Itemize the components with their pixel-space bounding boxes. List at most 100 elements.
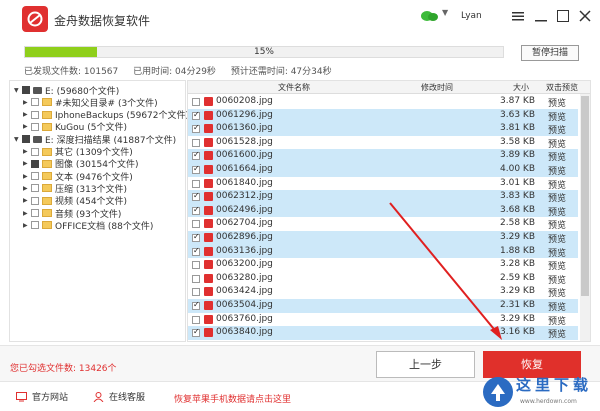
expand-icon[interactable]: ▶ [23, 222, 31, 229]
row-checkbox[interactable] [192, 164, 200, 174]
preview-link[interactable]: 预览 [548, 110, 566, 123]
table-row[interactable]: 0061528.jpg 3.58 KB 预览 [188, 136, 578, 150]
row-checkbox[interactable] [192, 288, 200, 297]
tree-checkbox[interactable] [22, 135, 30, 144]
tree-checkbox[interactable] [31, 159, 39, 168]
expand-icon[interactable]: ▶ [23, 148, 31, 155]
row-checkbox[interactable] [192, 300, 200, 310]
tree-item[interactable]: ▶ 视频 (454个文件) [23, 195, 127, 207]
tree-checkbox[interactable] [22, 86, 30, 94]
username[interactable]: Lyan [461, 11, 482, 21]
table-row[interactable]: 0061840.jpg 3.01 KB 预览 [188, 177, 578, 191]
expand-icon[interactable]: ▶ [23, 173, 31, 180]
expand-icon[interactable]: ▶ [23, 99, 31, 106]
table-row[interactable]: 0063136.jpg 1.88 KB 预览 [188, 244, 578, 259]
table-row[interactable]: 0063200.jpg 3.28 KB 预览 [188, 258, 578, 272]
row-checkbox[interactable] [192, 205, 200, 215]
preview-link[interactable]: 预览 [548, 286, 566, 299]
tree-item[interactable]: ▶ 音频 (93个文件) [23, 207, 121, 220]
preview-link[interactable]: 预览 [548, 123, 566, 136]
row-checkbox[interactable] [192, 98, 200, 106]
tree-checkbox[interactable] [31, 172, 39, 181]
table-row[interactable]: 0063760.jpg 3.29 KB 预览 [188, 313, 578, 327]
table-row[interactable]: 0062312.jpg 3.83 KB 预览 [188, 190, 578, 204]
preview-link[interactable]: 预览 [548, 191, 566, 204]
tree-item[interactable]: ▶ #未知父目录# (3个文件) [23, 96, 158, 109]
tree-item[interactable]: ▶ 其它 (1309个文件) [23, 146, 133, 158]
preview-link[interactable]: 预览 [548, 273, 566, 286]
tree-item[interactable]: ▶ 图像 (30154个文件) [23, 158, 139, 170]
scrollbar[interactable] [580, 94, 590, 341]
preview-link[interactable]: 预览 [548, 205, 566, 218]
iphone-recovery-link[interactable]: 恢复苹果手机数据请点击这里 [174, 392, 291, 405]
row-checkbox[interactable] [192, 246, 200, 256]
row-checkbox[interactable] [192, 327, 200, 338]
col-name-header[interactable]: 文件名称 [278, 82, 310, 93]
service-link[interactable]: 在线客服 [93, 390, 145, 403]
tree-checkbox[interactable] [31, 196, 39, 205]
col-size-header[interactable]: 大小 [513, 82, 529, 93]
tree-checkbox[interactable] [31, 184, 39, 193]
preview-link[interactable]: 预览 [548, 314, 566, 327]
row-checkbox[interactable] [192, 274, 200, 283]
table-row[interactable]: 0060208.jpg 3.87 KB 预览 [188, 95, 578, 109]
preview-link[interactable]: 预览 [548, 246, 566, 259]
preview-link[interactable]: 预览 [548, 150, 566, 163]
table-row[interactable]: 0061296.jpg 3.63 KB 预览 [188, 108, 578, 123]
expand-icon[interactable]: ▶ [23, 123, 31, 130]
tree-checkbox[interactable] [31, 122, 39, 131]
preview-link[interactable]: 预览 [548, 259, 566, 272]
preview-link[interactable]: 预览 [548, 178, 566, 191]
row-checkbox[interactable] [192, 179, 200, 188]
table-row[interactable]: 0063840.jpg 3.16 KB 预览 [188, 326, 578, 340]
close-button[interactable] [575, 6, 595, 26]
expand-icon[interactable]: ▶ [23, 210, 31, 217]
preview-link[interactable]: 预览 [548, 96, 566, 109]
table-row[interactable]: 0063424.jpg 3.29 KB 预览 [188, 285, 578, 299]
table-row[interactable]: 0061600.jpg 3.89 KB 预览 [188, 149, 578, 163]
row-checkbox[interactable] [192, 261, 200, 270]
tree-checkbox[interactable] [31, 221, 39, 230]
expand-icon[interactable]: ▶ [23, 160, 31, 167]
row-checkbox[interactable] [192, 220, 200, 229]
website-link[interactable]: 官方网站 [16, 390, 68, 403]
expand-icon[interactable]: ▶ [23, 185, 31, 192]
row-checkbox[interactable] [192, 110, 200, 120]
tree-checkbox[interactable] [31, 147, 39, 156]
preview-link[interactable]: 预览 [548, 232, 566, 245]
expand-icon[interactable]: ▶ [23, 197, 31, 204]
maximize-button[interactable] [553, 6, 573, 26]
table-row[interactable]: 0061360.jpg 3.81 KB 预览 [188, 122, 578, 136]
wechat-icon[interactable] [420, 9, 440, 23]
tree-checkbox[interactable] [31, 98, 39, 107]
tree-item[interactable]: ▼ E: 深度扫描结果 (41887个文件) [14, 133, 176, 146]
tree-item[interactable]: ▶ 压缩 (313个文件) [23, 182, 127, 195]
chevron-down-icon[interactable]: ▼ [442, 8, 448, 17]
preview-link[interactable]: 预览 [548, 300, 566, 313]
table-row[interactable]: 0063504.jpg 2.31 KB 预览 [188, 299, 578, 313]
minimize-button[interactable] [531, 6, 551, 26]
menu-icon[interactable] [508, 6, 528, 26]
previous-button[interactable]: 上一步 [376, 351, 475, 378]
pause-scan-button[interactable]: 暂停扫描 [521, 45, 579, 61]
tree-item[interactable]: ▶ IphoneBackups (59672个文件) [23, 109, 189, 121]
row-checkbox[interactable] [192, 232, 200, 242]
tree-checkbox[interactable] [31, 110, 39, 119]
col-modified-header[interactable]: 修改时间 [421, 82, 453, 93]
tree-item[interactable]: ▶ 文本 (9476个文件) [23, 170, 133, 183]
row-checkbox[interactable] [192, 150, 200, 161]
table-row[interactable]: 0062496.jpg 3.68 KB 预览 [188, 203, 578, 218]
tree-item[interactable]: ▶ KuGou (5个文件) [23, 121, 127, 133]
preview-link[interactable]: 预览 [548, 164, 566, 177]
table-row[interactable]: 0063280.jpg 2.59 KB 预览 [188, 272, 578, 286]
row-checkbox[interactable] [192, 138, 200, 147]
preview-link[interactable]: 预览 [548, 218, 566, 231]
col-preview-header[interactable]: 双击预览 [546, 82, 578, 93]
row-checkbox[interactable] [192, 123, 200, 134]
table-row[interactable]: 0062896.jpg 3.29 KB 预览 [188, 231, 578, 245]
expand-icon[interactable]: ▶ [23, 111, 31, 118]
scrollbar-thumb[interactable] [581, 96, 589, 296]
table-row[interactable]: 0062704.jpg 2.58 KB 预览 [188, 217, 578, 231]
preview-link[interactable]: 预览 [548, 327, 566, 340]
tree-checkbox[interactable] [31, 209, 39, 217]
